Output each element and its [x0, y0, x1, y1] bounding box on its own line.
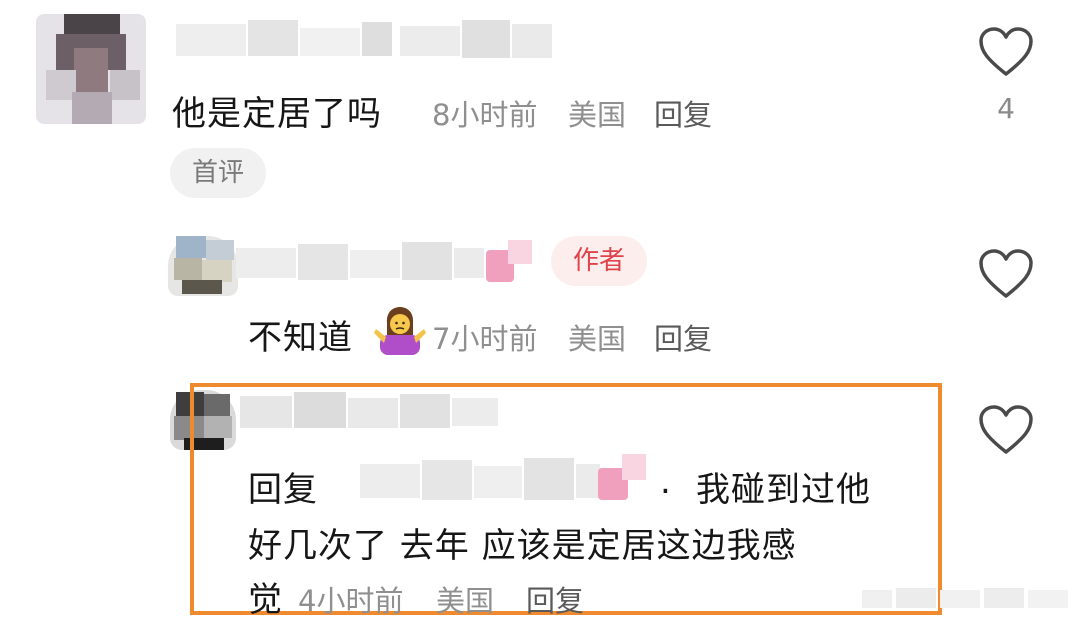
- heart-outline-icon: [979, 27, 1033, 76]
- woman-shrugging-emoji-icon: [374, 307, 426, 355]
- author-badge: 作者: [551, 236, 647, 286]
- like-button[interactable]: [976, 248, 1036, 304]
- like-button[interactable]: [976, 26, 1036, 82]
- replied-username-blurred[interactable]: [360, 450, 650, 506]
- like-count: 4: [997, 92, 1015, 125]
- comment-location: 美国: [436, 584, 495, 618]
- comment-text-line-2: 好几次了 去年 应该是定居这边我感: [248, 526, 797, 566]
- heart-outline-icon: [979, 405, 1033, 454]
- comment-text-line-1: 我碰到过他: [696, 470, 871, 510]
- reply-button[interactable]: 回复: [654, 92, 712, 134]
- username-blurred[interactable]: [176, 20, 556, 60]
- watermark: [862, 584, 1072, 612]
- comment-text: 不知道: [248, 318, 353, 358]
- avatar[interactable]: [36, 14, 146, 124]
- comment-text: 他是定居了吗: [172, 94, 382, 134]
- avatar[interactable]: [168, 236, 238, 296]
- reply-separator: .: [660, 462, 672, 502]
- heart-outline-icon: [979, 249, 1033, 298]
- comment-location: 美国: [568, 322, 627, 356]
- comment-location: 美国: [568, 98, 627, 132]
- first-comment-badge: 首评: [170, 148, 266, 198]
- like-button[interactable]: [976, 404, 1036, 460]
- comment-time: 7小时前: [432, 322, 538, 356]
- reply-button[interactable]: 回复: [654, 316, 712, 358]
- comment-time: 8小时前: [432, 98, 538, 132]
- comment-time: 4小时前: [298, 584, 404, 618]
- comment-thread: 他是定居了吗 8小时前 美国 回复 首评 4 作者 不知道 7小时前 美国 回复…: [0, 0, 1079, 620]
- reply-prefix: 回复: [248, 470, 318, 510]
- username-blurred[interactable]: [236, 240, 536, 286]
- comment-text-line-3: 觉: [248, 580, 283, 620]
- reply-button[interactable]: 回复: [526, 578, 584, 620]
